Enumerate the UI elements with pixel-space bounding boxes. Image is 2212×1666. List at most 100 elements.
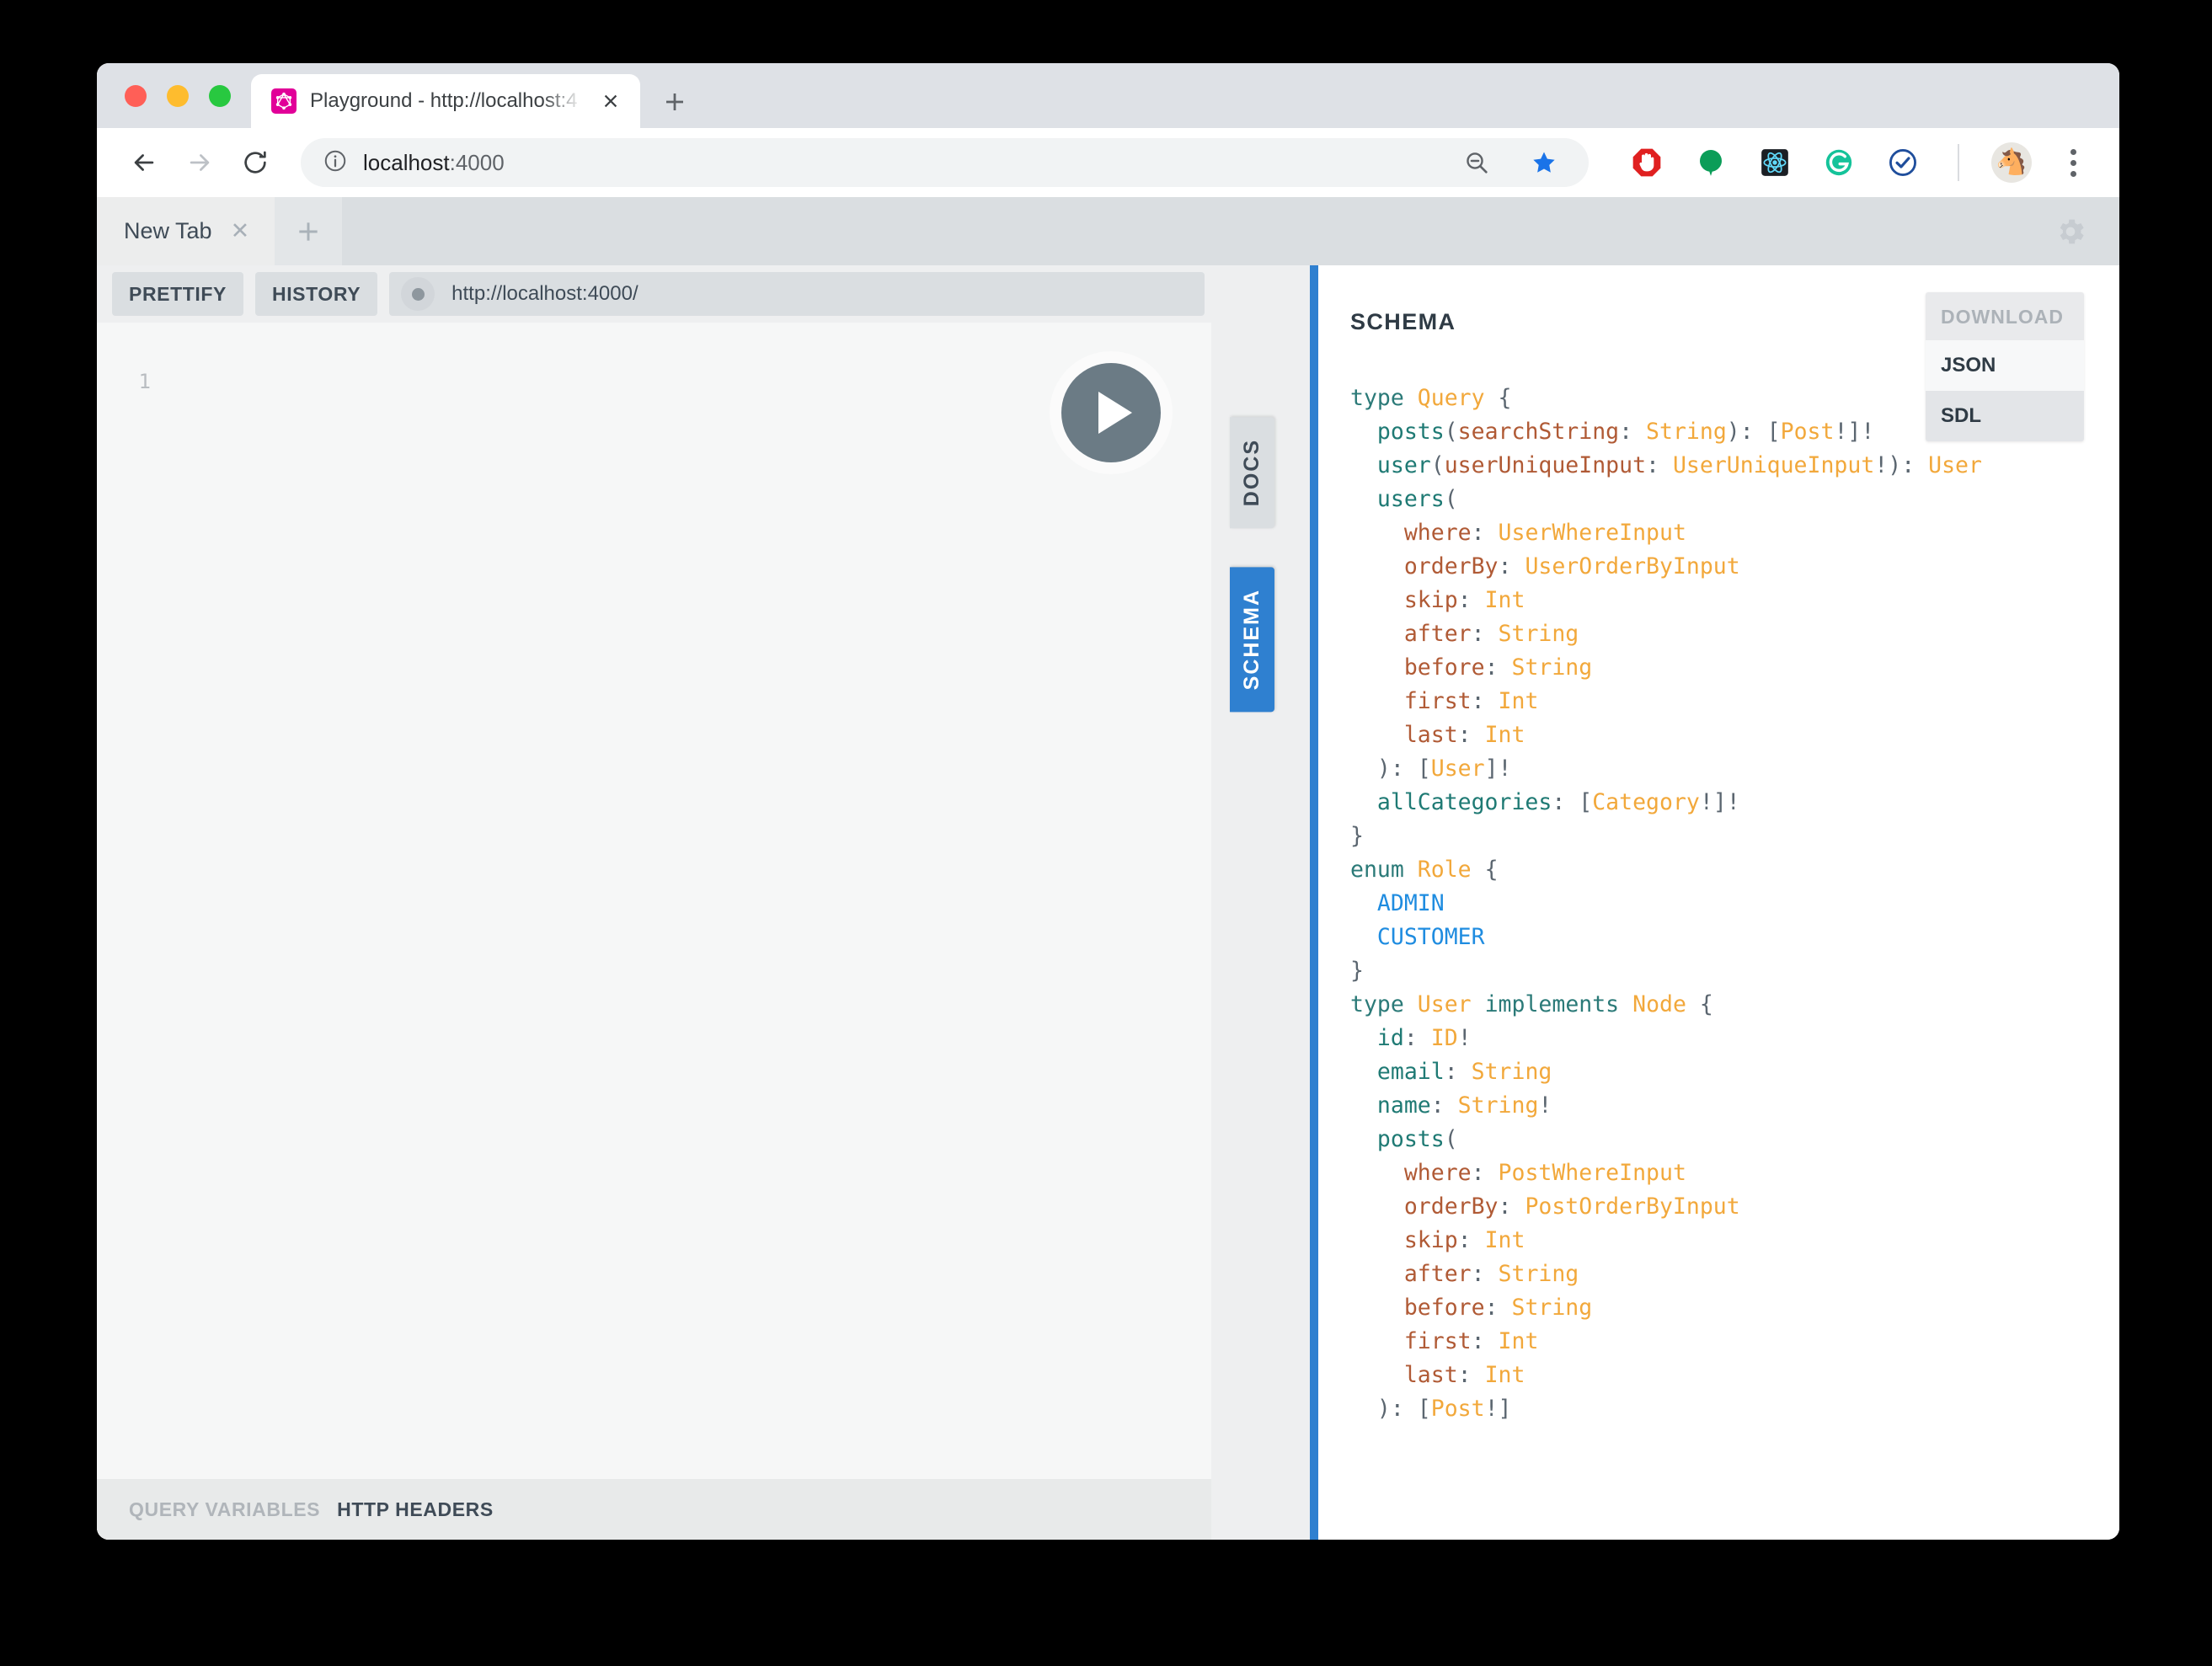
schema-token-plain: : bbox=[1458, 1227, 1485, 1253]
schema-token-kw: type bbox=[1350, 991, 1404, 1017]
schema-token-plain bbox=[1619, 991, 1632, 1017]
schema-token-type: PostWhereInput bbox=[1499, 1160, 1686, 1186]
forward-button[interactable] bbox=[174, 137, 225, 188]
query-editor[interactable]: 1 bbox=[97, 323, 1211, 1479]
schema-token-plain bbox=[1350, 621, 1404, 647]
schema-token-plain: { bbox=[1472, 857, 1499, 883]
schema-token-arg: last bbox=[1404, 722, 1458, 748]
extensions-row: 🐴 bbox=[1606, 140, 2096, 185]
prettify-button[interactable]: PRETTIFY bbox=[112, 272, 243, 316]
schema-token-plain: ! bbox=[1458, 1025, 1472, 1051]
schema-token-arg: where bbox=[1404, 520, 1472, 546]
schema-token-type: String bbox=[1499, 1261, 1579, 1287]
playground-tab-new-tab[interactable]: New Tab ✕ bbox=[97, 197, 275, 265]
browser-toolbar: localhost:4000 bbox=[97, 128, 2119, 197]
schema-token-type: String bbox=[1511, 1295, 1592, 1321]
settings-button[interactable] bbox=[2054, 197, 2119, 265]
schema-token-plain: !]! bbox=[1700, 789, 1740, 815]
address-bar[interactable]: localhost:4000 bbox=[301, 138, 1589, 187]
schema-token-field: users bbox=[1377, 486, 1445, 512]
schema-token-plain: } bbox=[1350, 958, 1364, 984]
schema-token-plain bbox=[1350, 789, 1377, 815]
playground-tab-label: New Tab bbox=[124, 218, 212, 244]
schema-code-line: type User implements Node { bbox=[1350, 988, 2119, 1022]
schema-token-arg: first bbox=[1404, 688, 1472, 714]
schema-token-arg: searchString bbox=[1458, 419, 1619, 445]
schema-code-line: CUSTOMER bbox=[1350, 921, 2119, 954]
schema-token-type: Int bbox=[1485, 1227, 1525, 1253]
schema-token-arg: before bbox=[1404, 1295, 1485, 1321]
green-bubble-icon[interactable] bbox=[1688, 140, 1734, 185]
schema-code-line: skip: Int bbox=[1350, 584, 2119, 617]
minimize-window-button[interactable] bbox=[167, 85, 189, 107]
tab-http-headers[interactable]: HTTP HEADERS bbox=[337, 1498, 494, 1521]
schema-code-line: posts( bbox=[1350, 1123, 2119, 1156]
browser-tab-playground[interactable]: Playground - http://localhost:4 bbox=[251, 74, 640, 128]
avatar[interactable]: 🐴 bbox=[1991, 142, 2032, 183]
schema-token-type: Role bbox=[1418, 857, 1472, 883]
history-button[interactable]: HISTORY bbox=[255, 272, 377, 316]
schema-token-type: String bbox=[1499, 621, 1579, 647]
reload-button[interactable] bbox=[230, 137, 281, 188]
schema-token-plain bbox=[1350, 1227, 1404, 1253]
add-playground-tab-button[interactable] bbox=[275, 197, 342, 265]
schema-panel-title: SCHEMA bbox=[1350, 309, 1456, 335]
schema-token-arg: orderBy bbox=[1404, 1193, 1499, 1220]
schema-code-line: posts(searchString: String): [Post!]! bbox=[1350, 415, 2119, 449]
schema-token-plain bbox=[1350, 553, 1404, 579]
play-icon bbox=[1098, 392, 1132, 434]
schema-code-line: email: String bbox=[1350, 1055, 2119, 1089]
adblock-icon[interactable] bbox=[1624, 140, 1670, 185]
schema-token-type: UserOrderByInput bbox=[1525, 553, 1739, 579]
close-playground-tab-button[interactable]: ✕ bbox=[231, 220, 250, 243]
schema-token-plain bbox=[1404, 991, 1418, 1017]
schema-code-line: allCategories: [Category!]! bbox=[1350, 786, 2119, 820]
schema-code-line: user(userUniqueInput: UserUniqueInput!):… bbox=[1350, 449, 2119, 483]
schema-token-plain: } bbox=[1350, 823, 1364, 849]
kebab-menu-icon[interactable] bbox=[2050, 140, 2096, 185]
schema-token-plain bbox=[1350, 890, 1377, 916]
address-bar-url: localhost:4000 bbox=[363, 150, 505, 176]
schema-code-line: ): [User]! bbox=[1350, 752, 2119, 786]
schema-token-plain: ( bbox=[1431, 452, 1445, 478]
endpoint-input[interactable]: http://localhost:4000/ bbox=[389, 272, 1205, 316]
grammarly-icon[interactable] bbox=[1816, 140, 1862, 185]
run-query-button[interactable] bbox=[1061, 363, 1161, 462]
schema-token-plain: : bbox=[1472, 1160, 1499, 1186]
schema-token-type: User bbox=[1431, 756, 1485, 782]
schema-panel-divider[interactable] bbox=[1310, 265, 1318, 1540]
side-tab-rail: DOCS SCHEMA bbox=[1211, 265, 1310, 1540]
schema-token-type: Int bbox=[1485, 1362, 1525, 1388]
checkmark-circle-icon[interactable] bbox=[1880, 140, 1926, 185]
schema-code-line: name: String! bbox=[1350, 1089, 2119, 1123]
back-button[interactable] bbox=[119, 137, 169, 188]
schema-token-plain bbox=[1404, 857, 1418, 883]
schema-token-arg: where bbox=[1404, 1160, 1472, 1186]
site-info-icon[interactable] bbox=[323, 148, 348, 178]
schema-code-line: id: ID! bbox=[1350, 1022, 2119, 1055]
close-tab-button[interactable] bbox=[596, 87, 625, 115]
schema-code-line: users( bbox=[1350, 483, 2119, 516]
schema-token-plain: : bbox=[1458, 587, 1485, 613]
schema-token-plain bbox=[1404, 385, 1418, 411]
schema-token-enum: CUSTOMER bbox=[1377, 924, 1485, 950]
editor-toolbar: PRETTIFY HISTORY http://localhost:4000/ bbox=[97, 265, 1211, 323]
schema-token-plain bbox=[1472, 991, 1485, 1017]
schema-token-field: id bbox=[1377, 1025, 1404, 1051]
tab-query-variables[interactable]: QUERY VARIABLES bbox=[129, 1498, 320, 1521]
schema-token-plain bbox=[1350, 722, 1404, 748]
editor-code-surface[interactable] bbox=[163, 323, 1211, 1479]
schema-code-line: where: PostWhereInput bbox=[1350, 1156, 2119, 1190]
schema-token-plain: !]! bbox=[1834, 419, 1874, 445]
new-browser-tab-button[interactable] bbox=[649, 76, 701, 128]
react-devtools-icon[interactable] bbox=[1752, 140, 1798, 185]
side-tab-schema[interactable]: SCHEMA bbox=[1230, 567, 1274, 712]
side-tab-docs[interactable]: DOCS bbox=[1230, 417, 1274, 528]
bookmark-star-icon[interactable] bbox=[1521, 140, 1567, 185]
zoom-out-icon[interactable] bbox=[1454, 140, 1499, 185]
schema-token-plain bbox=[1350, 1261, 1404, 1287]
schema-token-plain: : bbox=[1431, 1092, 1458, 1119]
close-window-button[interactable] bbox=[125, 85, 147, 107]
schema-token-field: posts bbox=[1377, 1126, 1445, 1152]
maximize-window-button[interactable] bbox=[209, 85, 231, 107]
